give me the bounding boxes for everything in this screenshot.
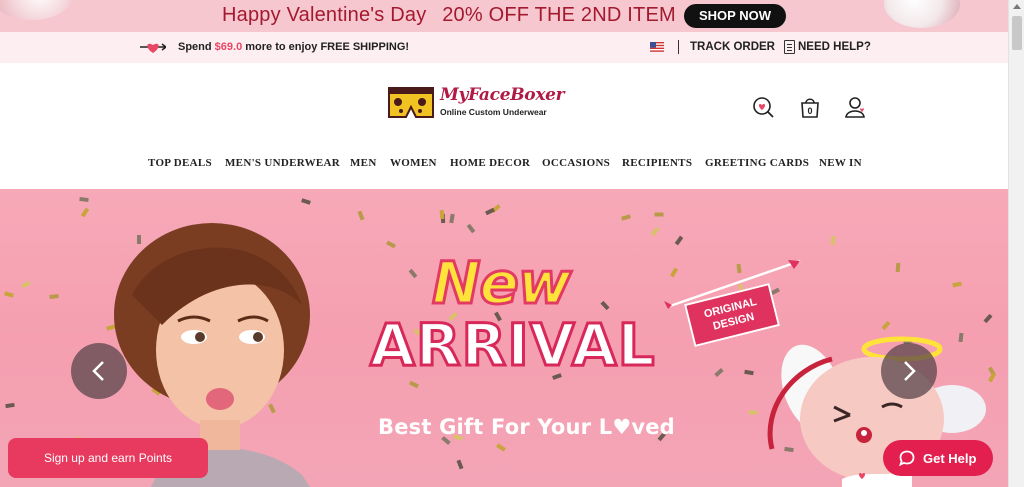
shipping-prefix: Spend [178, 41, 215, 53]
get-help-button[interactable]: Get Help [883, 440, 993, 476]
carousel-next-button[interactable] [881, 343, 937, 399]
confetti-piece [600, 300, 610, 311]
scroll-up-arrow-icon[interactable] [1013, 4, 1021, 9]
confetti-piece [456, 459, 464, 470]
signup-earn-points-button[interactable]: Sign up and earn Points [8, 438, 208, 478]
confetti-piece [674, 235, 684, 246]
ornament-ball-left [0, 0, 72, 20]
confetti-piece [4, 291, 14, 298]
nav-item-new-in[interactable]: NEW IN [819, 157, 862, 169]
account-icon[interactable] [845, 96, 867, 118]
shop-now-button[interactable]: SHOP NOW [684, 4, 786, 28]
boxer-shorts-logo-icon [388, 87, 434, 118]
chevron-left-icon [92, 361, 104, 381]
hero-subtitle: Best Gift For Your L♥ved [378, 415, 675, 439]
free-shipping-message: Spend $69.0 more to enjoy FREE SHIPPING! [178, 41, 409, 53]
nav-item-home-decor[interactable]: HOME DECOR [450, 157, 530, 169]
confetti-piece [952, 281, 962, 288]
hero-new-text: New [430, 248, 572, 319]
confetti-piece [386, 240, 396, 249]
confetti-piece [830, 235, 836, 246]
confetti-piece [654, 212, 664, 217]
confetti-piece [79, 196, 89, 203]
page-scrollbar[interactable] [1008, 0, 1024, 487]
scrollbar-thumb[interactable] [1012, 16, 1022, 50]
wishlist-heart-icon[interactable] [752, 96, 774, 118]
shipping-bar: Spend $69.0 more to enjoy FREE SHIPPING!… [0, 32, 1008, 63]
confetti-piece [408, 268, 418, 279]
confetti-piece [80, 207, 90, 218]
nav-item-women[interactable]: WOMEN [390, 157, 437, 169]
promo-title: Happy Valentine's Day [222, 4, 427, 26]
chat-bubble-icon [899, 450, 915, 466]
confetti-piece [895, 262, 901, 273]
confetti-piece [409, 380, 419, 389]
nav-item-mens-underwear[interactable]: MEN'S UNDERWEAR [225, 157, 340, 169]
promo-discount: 20% OFF THE 2ND ITEM [442, 4, 676, 26]
nav-item-recipients[interactable]: RECIPIENTS [622, 157, 692, 169]
us-flag-icon[interactable] [650, 42, 664, 52]
get-help-label: Get Help [923, 451, 977, 466]
confetti-piece [496, 443, 506, 452]
track-order-link[interactable]: TRACK ORDER [690, 41, 775, 53]
promo-bar[interactable]: Happy Valentine's Day 20% OFF THE 2ND IT… [0, 0, 1008, 32]
document-icon [784, 40, 795, 54]
cart-icon[interactable]: 0 [799, 96, 821, 118]
confetti-piece [714, 368, 724, 377]
site-logo[interactable]: MyFaceBoxer Online Custom Underwear [388, 85, 572, 120]
need-help-link[interactable]: NEED HELP? [798, 41, 871, 53]
divider [678, 40, 679, 54]
brand-tagline: Online Custom Underwear [440, 107, 547, 117]
page: Happy Valentine's Day 20% OFF THE 2ND IT… [0, 0, 1024, 487]
confetti-piece [449, 213, 455, 224]
confetti-piece [21, 280, 31, 289]
cart-count: 0 [807, 106, 812, 116]
nav-item-occasions[interactable]: OCCASIONS [542, 157, 610, 169]
confetti-piece [301, 198, 311, 205]
confetti-piece [49, 294, 59, 299]
nav-item-greeting-cards[interactable]: GREETING CARDS [705, 157, 809, 169]
confetti-piece [485, 207, 495, 216]
promo-text: Happy Valentine's Day 20% OFF THE 2ND IT… [222, 4, 676, 27]
carousel-prev-button[interactable] [71, 343, 127, 399]
nav-item-top-deals[interactable]: TOP DEALS [148, 157, 212, 169]
nav-item-men[interactable]: MEN [350, 157, 377, 169]
ornament-ball-right [884, 0, 960, 28]
confetti-piece [650, 226, 660, 237]
confetti-piece [5, 402, 15, 409]
confetti-piece [357, 210, 365, 221]
confetti-piece [983, 313, 993, 324]
main-nav: TOP DEALS MEN'S UNDERWEAR MEN WOMEN HOME… [0, 157, 1008, 171]
shipping-suffix: more to enjoy FREE SHIPPING! [242, 41, 410, 53]
confetti-piece [439, 209, 445, 220]
heart-arrow-icon [140, 43, 166, 53]
cupid-arrow-icon [664, 259, 801, 309]
chevron-right-icon [904, 361, 916, 381]
shipping-amount: $69.0 [214, 41, 243, 53]
brand-name: MyFaceBoxer [440, 85, 565, 105]
confetti-piece [466, 223, 476, 234]
confetti-piece [621, 214, 631, 221]
hero-arrival-text: ARRIVAL [369, 310, 657, 381]
